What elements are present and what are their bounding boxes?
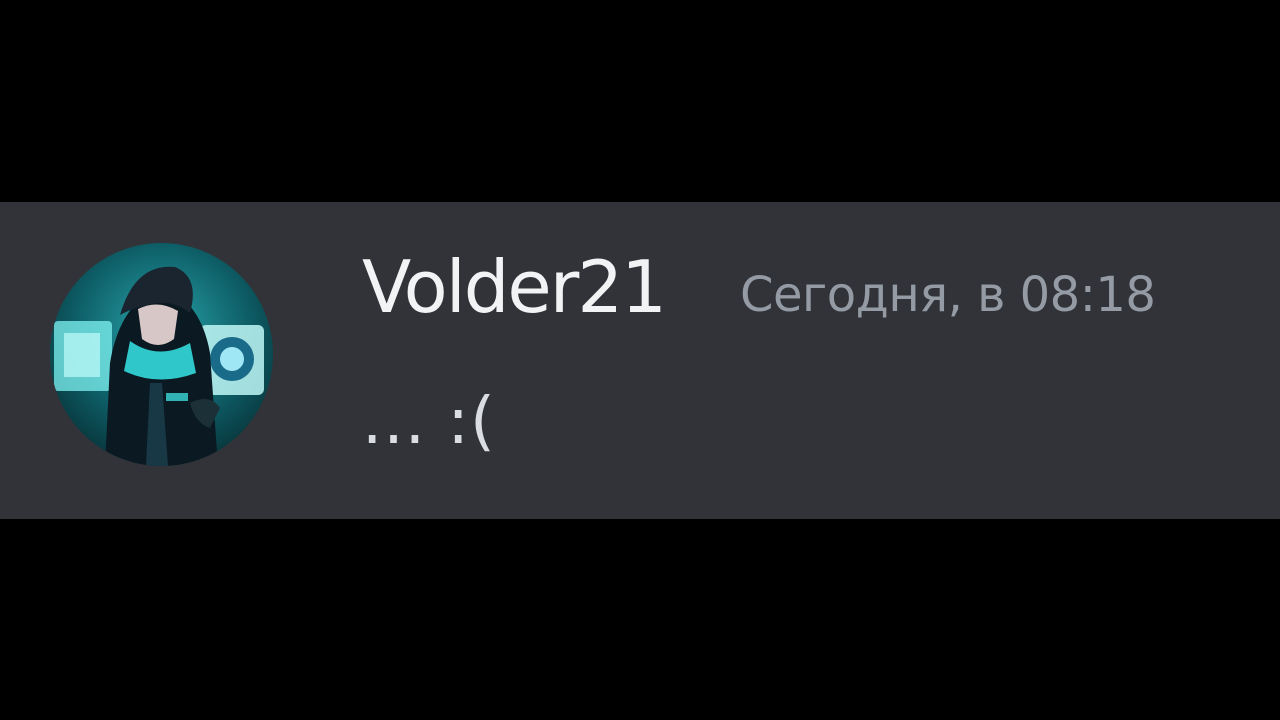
avatar[interactable] [50,243,273,466]
chat-message[interactable]: Volder21 Сегодня, в 08:18 ... :( [0,202,1280,519]
message-content: ... :( [362,385,496,459]
anime-character-avatar-icon [50,243,273,466]
screen: Volder21 Сегодня, в 08:18 ... :( [0,0,1280,720]
username[interactable]: Volder21 [362,244,667,330]
timestamp: Сегодня, в 08:18 [740,267,1156,323]
